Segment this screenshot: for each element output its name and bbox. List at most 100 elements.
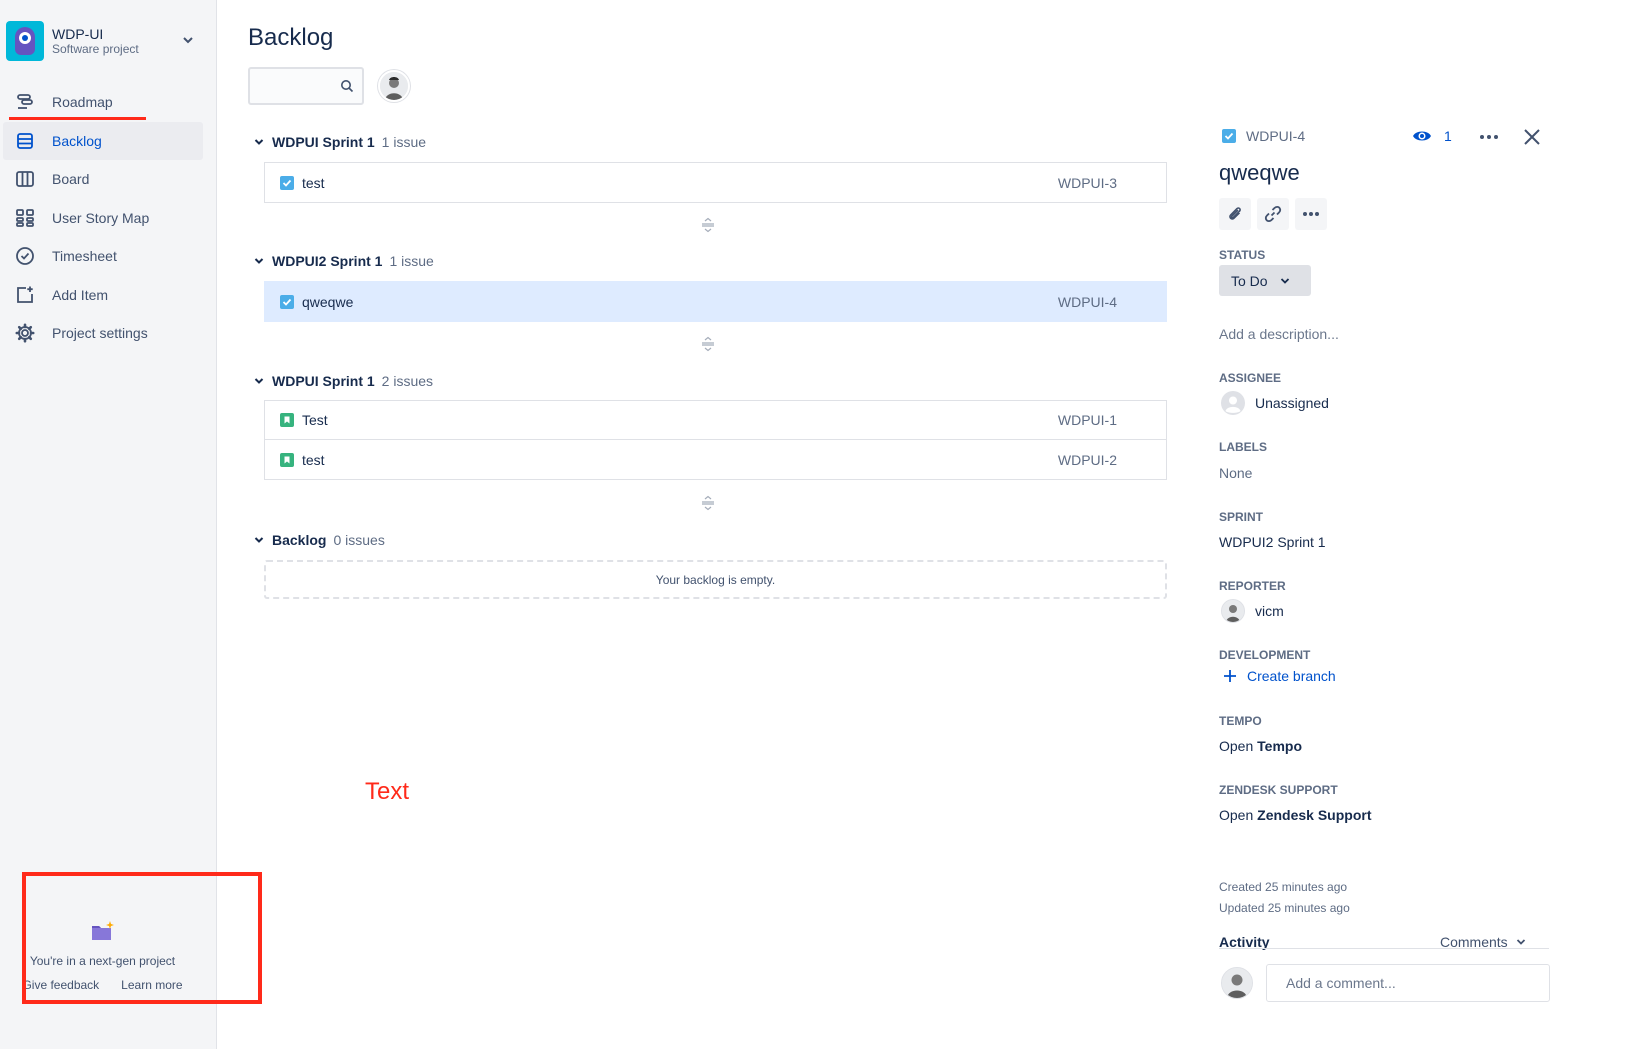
labels-value[interactable]: None — [1219, 465, 1252, 481]
more-icon[interactable] — [1479, 134, 1499, 140]
sidebar-item-add-item[interactable]: Add Item — [3, 276, 203, 314]
gear-icon — [13, 321, 37, 345]
issue-key[interactable]: WDPUI-3 — [1058, 175, 1117, 191]
open-label: Open — [1219, 738, 1254, 754]
watch-count: 1 — [1444, 128, 1452, 144]
sprint-label: SPRINT — [1219, 510, 1264, 524]
sidebar-item-board[interactable]: Board — [3, 160, 203, 198]
drag-handle-icon[interactable] — [700, 336, 716, 352]
sprint-name: WDPUI Sprint 1 — [272, 134, 375, 150]
project-avatar — [6, 21, 44, 61]
open-zendesk-link[interactable]: Open Zendesk Support — [1219, 807, 1372, 823]
issue-row[interactable]: qweqwe WDPUI-4 — [265, 282, 1166, 321]
avatar[interactable] — [378, 70, 410, 102]
sidebar-item-backlog[interactable]: Backlog — [3, 121, 203, 160]
created-timestamp: Created 25 minutes ago — [1219, 880, 1348, 894]
drag-handle-icon[interactable] — [700, 217, 716, 233]
backlog-header[interactable]: Backlog 0 issues — [254, 532, 385, 548]
issue-list: Test WDPUI-1 test WDPUI-2 — [264, 400, 1167, 480]
plus-icon — [1224, 670, 1236, 682]
timesheet-icon — [13, 244, 37, 268]
status-label: STATUS — [1219, 248, 1266, 262]
tempo-name: Tempo — [1257, 738, 1302, 754]
backlog-name: Backlog — [272, 532, 327, 548]
issue-summary: test — [302, 174, 325, 191]
chevron-down-icon — [254, 378, 264, 384]
sprint-issue-count: 1 issue — [389, 253, 434, 269]
page-title: Backlog — [248, 24, 334, 51]
issue-detail-key[interactable]: WDPUI-4 — [1222, 128, 1305, 144]
status-value: To Do — [1231, 272, 1268, 289]
story-icon — [280, 413, 294, 427]
drag-handle-icon[interactable] — [700, 495, 716, 511]
sidebar-item-roadmap[interactable]: Roadmap — [3, 83, 203, 121]
chevron-down-icon — [1280, 277, 1289, 284]
issue-summary: qweqwe — [302, 293, 354, 310]
sprint-header[interactable]: WDPUI Sprint 1 2 issues — [254, 373, 433, 389]
issue-title[interactable]: qweqwe — [1219, 160, 1300, 186]
sprint-header[interactable]: WDPUI Sprint 1 1 issue — [254, 134, 426, 150]
project-switcher[interactable]: WDP-UI Software project — [6, 21, 211, 61]
issue-list: test WDPUI-3 — [264, 162, 1167, 203]
annotation-underline — [9, 117, 146, 120]
issue-key[interactable]: WDPUI-1 — [1058, 412, 1117, 428]
sidebar-item-user-story-map[interactable]: User Story Map — [3, 199, 203, 237]
reporter-value: vicm — [1255, 603, 1284, 619]
close-icon[interactable] — [1523, 128, 1541, 146]
project-type: Software project — [52, 42, 139, 56]
status-dropdown[interactable]: To Do — [1219, 265, 1311, 296]
assignee-value: Unassigned — [1255, 395, 1329, 411]
chevron-down-icon — [254, 537, 264, 543]
reporter-field[interactable]: vicm — [1221, 599, 1284, 623]
attach-button[interactable] — [1219, 198, 1251, 230]
comment-input[interactable]: Add a comment... — [1266, 964, 1550, 1002]
more-actions-button[interactable] — [1295, 198, 1327, 230]
sidebar-item-label: Timesheet — [52, 248, 117, 264]
sprint-header[interactable]: WDPUI2 Sprint 1 1 issue — [254, 253, 434, 269]
paperclip-icon — [1229, 207, 1241, 220]
open-label: Open — [1219, 807, 1254, 823]
add-item-icon — [13, 283, 37, 307]
issue-key[interactable]: WDPUI-2 — [1058, 452, 1117, 468]
create-branch-label: Create branch — [1247, 668, 1336, 684]
story-map-icon — [13, 206, 37, 230]
updated-timestamp: Updated 25 minutes ago — [1219, 901, 1350, 915]
avatar — [1221, 967, 1253, 999]
sidebar-item-label: User Story Map — [52, 209, 150, 226]
create-branch-link[interactable]: Create branch — [1223, 668, 1336, 684]
issue-row[interactable]: test WDPUI-2 — [265, 440, 1166, 479]
issue-key[interactable]: WDPUI-4 — [1058, 294, 1117, 310]
issue-list: qweqwe WDPUI-4 — [264, 281, 1167, 322]
search-icon — [341, 80, 354, 93]
open-tempo-link[interactable]: Open Tempo — [1219, 738, 1302, 754]
sprint-issue-count: 1 issue — [381, 134, 427, 150]
sidebar-item-project-settings[interactable]: Project settings — [3, 314, 203, 352]
chevron-down-icon — [254, 258, 264, 264]
backlog-issue-count: 0 issues — [333, 532, 385, 548]
zendesk-label: ZENDESK SUPPORT — [1219, 783, 1338, 797]
sidebar-item-timesheet[interactable]: Timesheet — [3, 237, 203, 275]
tempo-label: TEMPO — [1219, 714, 1262, 728]
sidebar-item-label: Board — [52, 171, 90, 187]
issue-row[interactable]: test WDPUI-3 — [265, 163, 1166, 202]
issue-key-label: WDPUI-4 — [1246, 128, 1306, 144]
issue-row[interactable]: Test WDPUI-1 — [265, 401, 1166, 440]
sidebar-item-label: Project settings — [52, 325, 148, 341]
issue-detail-panel: WDPUI-4 1 qweqwe STATUS To Do Add a desc… — [1205, 0, 1628, 1049]
assignee-field[interactable]: Unassigned — [1221, 391, 1329, 415]
search-input[interactable] — [248, 67, 364, 105]
chevron-down-icon — [254, 139, 264, 145]
description-field[interactable]: Add a description... — [1219, 326, 1339, 342]
chevron-down-icon[interactable] — [181, 33, 195, 47]
divider — [1219, 948, 1549, 949]
empty-backlog-placeholder: Your backlog is empty. — [264, 560, 1167, 599]
assignee-label: ASSIGNEE — [1219, 371, 1282, 385]
sprint-value[interactable]: WDPUI2 Sprint 1 — [1219, 534, 1326, 550]
link-issue-button[interactable] — [1257, 198, 1289, 230]
issue-summary: test — [302, 451, 325, 468]
user-icon — [1221, 391, 1245, 415]
story-icon — [280, 452, 294, 467]
watch-button[interactable]: 1 — [1412, 128, 1452, 144]
project-name: WDP-UI — [52, 26, 104, 42]
backlog-icon — [13, 129, 37, 153]
